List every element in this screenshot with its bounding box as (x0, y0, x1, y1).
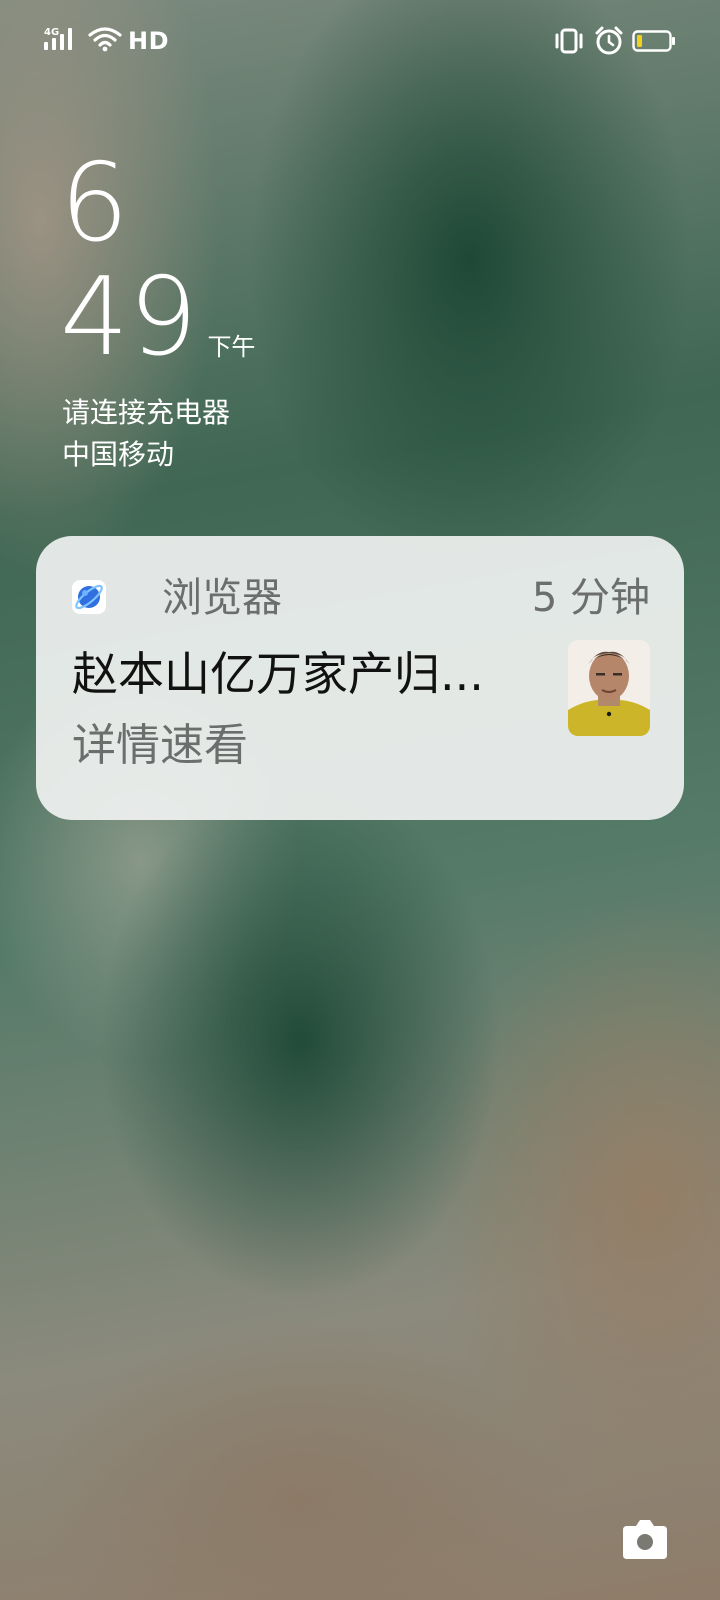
notification-app-name: 浏览器 (162, 575, 282, 621)
browser-app-icon (72, 580, 106, 614)
browser-notification[interactable]: 浏览器 5 分钟 赵本山亿万家产归... 详情速看 (36, 536, 684, 820)
network-type-label: 4G (44, 27, 59, 38)
status-right (552, 26, 676, 60)
carrier-name: 中国移动 (62, 438, 175, 471)
status-left: 4G HD (44, 26, 169, 56)
clock-minute-row: 49 下午 (60, 264, 255, 372)
clock-minute: 49 (60, 255, 198, 380)
charge-hint: 请连接充电器 (62, 396, 231, 429)
notification-header: 浏览器 5 分钟 (72, 574, 650, 622)
clock-hour: 6 (60, 141, 129, 266)
camera-shortcut-button[interactable] (622, 1518, 668, 1560)
lock-clock: 6 49 下午 (60, 150, 255, 372)
battery-low-icon (632, 28, 676, 58)
wifi-icon (88, 26, 122, 56)
notification-thumbnail (568, 640, 650, 736)
vibrate-icon (552, 27, 586, 59)
notification-body: 详情速看 (72, 720, 248, 771)
notification-title: 赵本山亿万家产归... (72, 647, 484, 701)
hd-label: HD (128, 27, 170, 55)
cellular-signal-icon: 4G (44, 26, 78, 56)
notification-time: 5 分钟 (531, 575, 650, 621)
alarm-icon (594, 26, 624, 60)
lock-info: 请连接充电器 中国移动 (62, 392, 230, 476)
status-bar: 4G HD (44, 20, 676, 60)
clock-ampm: 下午 (207, 333, 256, 361)
